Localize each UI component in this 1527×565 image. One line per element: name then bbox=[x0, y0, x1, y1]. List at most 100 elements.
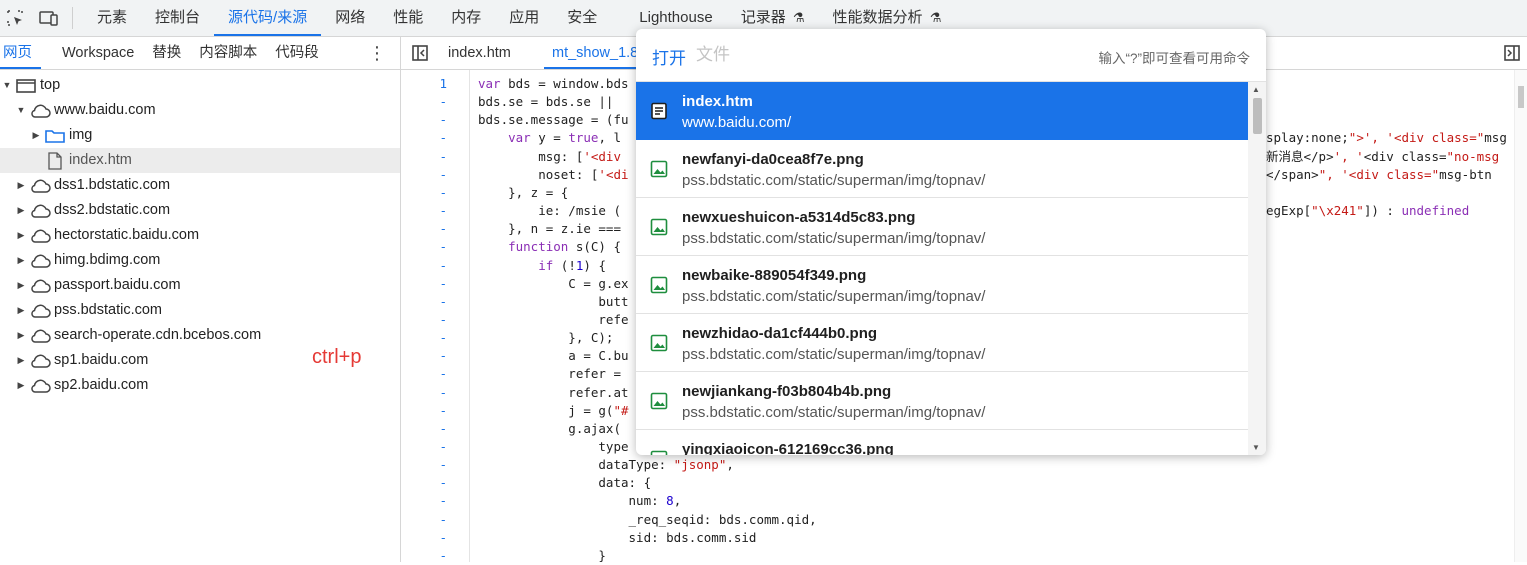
device-toolbar-icon[interactable] bbox=[38, 7, 60, 29]
scroll-up-icon[interactable]: ▲ bbox=[1252, 85, 1260, 94]
editor-tab-index[interactable]: index.htm bbox=[448, 37, 511, 69]
collapsed-triangle-icon[interactable]: ▶ bbox=[15, 323, 27, 348]
line-number[interactable]: - bbox=[417, 492, 447, 510]
code-line[interactable]: sid: bds.comm.sid bbox=[478, 529, 757, 547]
code-line[interactable]: var y = true, l bbox=[478, 129, 621, 147]
line-number[interactable]: - bbox=[417, 129, 447, 147]
code-line-fragment[interactable]: </span>", '<div class="msg-btn bbox=[1266, 166, 1492, 184]
code-line[interactable]: data: { bbox=[478, 474, 651, 492]
code-line[interactable]: refer = bbox=[478, 365, 621, 383]
line-number[interactable]: - bbox=[417, 93, 447, 111]
quick-open-item[interactable]: index.htm www.baidu.com/ bbox=[636, 82, 1248, 140]
quick-open-item[interactable]: newxueshuicon-a5314d5c83.png pss.bdstatic… bbox=[636, 198, 1248, 256]
scroll-down-icon[interactable]: ▼ bbox=[1252, 443, 1260, 452]
quick-open-item[interactable]: newfanyi-da0cea8f7e.png pss.bdstatic.com/… bbox=[636, 140, 1248, 198]
line-number[interactable]: - bbox=[417, 311, 447, 329]
code-line[interactable]: bds.se.message = (fu bbox=[478, 111, 629, 129]
line-number[interactable]: - bbox=[417, 202, 447, 220]
scrollbar-thumb[interactable] bbox=[1518, 86, 1524, 108]
line-number[interactable]: - bbox=[417, 402, 447, 420]
line-number[interactable]: - bbox=[417, 148, 447, 166]
nav-tab-snippets[interactable]: 代码段 bbox=[266, 37, 328, 69]
toggle-navigator-icon[interactable] bbox=[409, 42, 431, 64]
tree-item-domain[interactable]: ▶ sp2.baidu.com bbox=[0, 373, 400, 398]
toggle-debugger-icon[interactable] bbox=[1501, 42, 1523, 64]
line-number[interactable]: - bbox=[417, 474, 447, 492]
tree-item-domain[interactable]: ▶ passport.baidu.com bbox=[0, 273, 400, 298]
tree-item-domain[interactable]: ▶ search-operate.cdn.bcebos.com bbox=[0, 323, 400, 348]
collapsed-triangle-icon[interactable]: ▶ bbox=[15, 348, 27, 373]
code-line[interactable]: bds.se = bds.se || bbox=[478, 93, 621, 111]
line-number[interactable]: - bbox=[417, 420, 447, 438]
tree-item-domain[interactable]: ▶ hectorstatic.baidu.com bbox=[0, 223, 400, 248]
expanded-triangle-icon[interactable]: ▼ bbox=[15, 98, 27, 123]
scrollbar-thumb[interactable] bbox=[1253, 98, 1262, 134]
tab-sources[interactable]: 源代码/来源 bbox=[214, 0, 322, 36]
code-line[interactable]: } bbox=[478, 547, 606, 562]
code-line[interactable]: }, z = { bbox=[478, 184, 568, 202]
line-number[interactable]: - bbox=[417, 529, 447, 547]
quick-open-item[interactable]: yingxiaoicon-612169cc36.png bbox=[636, 430, 1248, 455]
tree-item-domain[interactable]: ▶ himg.bdimg.com bbox=[0, 248, 400, 273]
quick-open-item[interactable]: newbaike-889054f349.png pss.bdstatic.com/… bbox=[636, 256, 1248, 314]
tab-security[interactable]: 安全 bbox=[553, 0, 611, 36]
more-options-icon[interactable]: ⋮ bbox=[368, 37, 386, 69]
line-number[interactable]: - bbox=[417, 438, 447, 456]
collapsed-triangle-icon[interactable]: ▶ bbox=[15, 273, 27, 298]
code-line[interactable]: num: 8, bbox=[478, 492, 682, 510]
line-number[interactable]: - bbox=[417, 166, 447, 184]
code-line[interactable]: msg: ['<div bbox=[478, 148, 621, 166]
line-number[interactable]: - bbox=[417, 111, 447, 129]
editor-scrollbar[interactable] bbox=[1514, 70, 1527, 562]
code-line[interactable]: }, n = z.ie === bbox=[478, 220, 621, 238]
tab-application[interactable]: 应用 bbox=[495, 0, 553, 36]
collapsed-triangle-icon[interactable]: ▶ bbox=[15, 198, 27, 223]
collapsed-triangle-icon[interactable]: ▶ bbox=[15, 173, 27, 198]
line-number[interactable]: - bbox=[417, 365, 447, 383]
line-number[interactable]: - bbox=[417, 384, 447, 402]
editor-tab-mt-show[interactable]: mt_show_1.8 bbox=[543, 37, 639, 69]
tree-item-domain[interactable]: ▶ pss.bdstatic.com bbox=[0, 298, 400, 323]
collapsed-triangle-icon[interactable]: ▶ bbox=[15, 298, 27, 323]
line-number[interactable]: - bbox=[417, 238, 447, 256]
code-line-fragment[interactable]: splay:none;">', '<div class="msg bbox=[1266, 129, 1507, 147]
code-line-fragment[interactable]: egExp["\x241"]) : undefined bbox=[1266, 202, 1469, 220]
tab-memory[interactable]: 内存 bbox=[437, 0, 495, 36]
code-line[interactable]: ie: /msie ( bbox=[478, 202, 621, 220]
tree-item-top[interactable]: ▼ top bbox=[0, 73, 400, 98]
expanded-triangle-icon[interactable]: ▼ bbox=[1, 73, 13, 98]
code-line[interactable]: var bds = window.bds bbox=[478, 75, 629, 93]
quick-open-item[interactable]: newjiankang-f03b804b4b.png pss.bdstatic.c… bbox=[636, 372, 1248, 430]
line-number[interactable]: - bbox=[417, 329, 447, 347]
tab-performance[interactable]: 性能 bbox=[379, 0, 437, 36]
tree-item-domain[interactable]: ▼ www.baidu.com bbox=[0, 98, 400, 123]
line-number[interactable]: - bbox=[417, 347, 447, 365]
tree-item-domain[interactable]: ▶ dss2.bdstatic.com bbox=[0, 198, 400, 223]
code-line[interactable]: a = C.bu bbox=[478, 347, 628, 365]
quick-open-item[interactable]: newzhidao-da1cf444b0.png pss.bdstatic.com… bbox=[636, 314, 1248, 372]
code-line[interactable]: butt bbox=[478, 293, 628, 311]
line-number[interactable]: - bbox=[417, 275, 447, 293]
collapsed-triangle-icon[interactable]: ▶ bbox=[30, 123, 42, 148]
code-line[interactable]: noset: ['<di bbox=[478, 166, 628, 184]
line-number[interactable]: - bbox=[417, 456, 447, 474]
collapsed-triangle-icon[interactable]: ▶ bbox=[15, 248, 27, 273]
tab-elements[interactable]: 元素 bbox=[83, 0, 141, 36]
tree-item-folder[interactable]: ▶ img bbox=[0, 123, 400, 148]
code-line[interactable]: C = g.ex bbox=[478, 275, 628, 293]
nav-tab-page[interactable]: 网页 bbox=[0, 37, 41, 69]
nav-tab-content-scripts[interactable]: 内容脚本 bbox=[190, 37, 266, 69]
tab-network[interactable]: 网络 bbox=[321, 0, 379, 36]
line-number[interactable]: - bbox=[417, 511, 447, 529]
tree-item-file[interactable]: index.htm bbox=[0, 148, 400, 173]
collapsed-triangle-icon[interactable]: ▶ bbox=[15, 223, 27, 248]
code-line-fragment[interactable]: 新消息</p>', '<div class="no-msg bbox=[1266, 148, 1499, 166]
code-line[interactable]: refer.at bbox=[478, 384, 628, 402]
line-number[interactable]: - bbox=[417, 293, 447, 311]
code-line[interactable]: }, C); bbox=[478, 329, 613, 347]
quick-open-scrollbar[interactable]: ▲ ▼ bbox=[1248, 82, 1266, 455]
nav-tab-overrides[interactable]: 替换 bbox=[143, 37, 190, 69]
code-line[interactable]: refe bbox=[478, 311, 628, 329]
tree-item-domain[interactable]: ▶ dss1.bdstatic.com bbox=[0, 173, 400, 198]
inspect-element-icon[interactable] bbox=[4, 7, 26, 29]
